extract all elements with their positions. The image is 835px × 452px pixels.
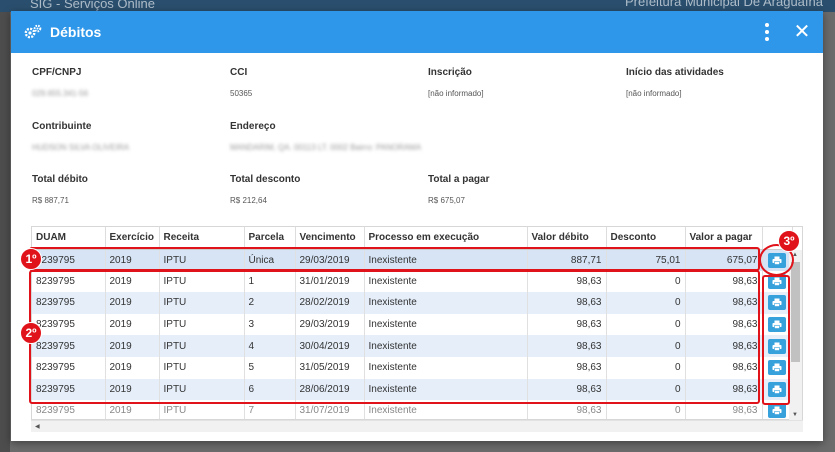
scroll-down-icon[interactable]: ▼ — [792, 412, 798, 418]
vertical-scrollbar[interactable]: ▲ ▼ — [789, 250, 802, 420]
total-desconto-value: R$ 212,64 — [230, 196, 267, 205]
printer-icon — [772, 406, 782, 416]
contribuinte-label: Contribuinte — [32, 121, 92, 132]
modal-header: Débitos ✕ — [11, 11, 823, 53]
print-button[interactable] — [768, 403, 786, 419]
header-parcela[interactable]: Parcela — [244, 227, 296, 250]
debitos-modal: Débitos ✕ CPF/CNPJ 029.655.341-56 CCI 50… — [11, 11, 823, 441]
annotation-box-2 — [29, 270, 760, 404]
gears-icon — [24, 24, 42, 40]
cpf-label: CPF/CNPJ — [32, 67, 82, 78]
annotation-badge-3: 3º — [778, 230, 800, 252]
total-desconto-field: Total desconto R$ 212,64 — [230, 174, 300, 205]
cpf-field: CPF/CNPJ 029.655.341-56 — [32, 67, 88, 98]
endereco-value: MANDARIM, QA. 00113 LT. 0002 Bairro: PAN… — [230, 143, 422, 152]
endereco-label: Endereço — [230, 121, 276, 132]
total-debito-field: Total débito R$ 887,71 — [32, 174, 88, 205]
close-icon[interactable]: ✕ — [793, 21, 811, 43]
table-header-row: DUAM Exercício Receita Parcela Venciment… — [32, 227, 793, 250]
header-valor-pagar[interactable]: Valor a pagar — [685, 227, 763, 250]
inscricao-value: [não informado] — [428, 89, 484, 98]
total-pagar-field: Total a pagar R$ 675,07 — [428, 174, 490, 205]
annotation-box-3 — [762, 275, 790, 405]
inicio-atividades-value: [não informado] — [626, 89, 682, 98]
cci-label: CCI — [230, 67, 248, 78]
scroll-left-icon[interactable]: ◀ — [35, 423, 40, 430]
cci-value: 50365 — [230, 89, 253, 98]
header-desconto[interactable]: Desconto — [606, 227, 686, 250]
horizontal-scrollbar[interactable]: ◀ — [31, 420, 803, 432]
total-pagar-label: Total a pagar — [428, 174, 490, 185]
cci-field: CCI 50365 — [230, 67, 252, 98]
contribuinte-field: Contribuinte HUDSON SILVA OLIVEIRA — [32, 121, 129, 152]
inicio-atividades-label: Início das atividades — [626, 67, 724, 78]
inscricao-field: Inscrição [não informado] — [428, 67, 484, 98]
background-sidebar — [0, 12, 10, 452]
contribuinte-value: HUDSON SILVA OLIVEIRA — [32, 143, 130, 152]
total-desconto-label: Total desconto — [230, 174, 301, 185]
total-pagar-value: R$ 675,07 — [428, 196, 465, 205]
total-debito-label: Total débito — [32, 174, 88, 185]
header-vencimento[interactable]: Vencimento — [295, 227, 365, 250]
cpf-value: 029.655.341-56 — [32, 89, 89, 98]
modal-title: Débitos — [50, 24, 102, 40]
total-debito-value: R$ 887,71 — [32, 196, 69, 205]
header-receita[interactable]: Receita — [159, 227, 245, 250]
inscricao-label: Inscrição — [428, 67, 472, 78]
scroll-thumb[interactable] — [791, 262, 800, 362]
header-exercicio[interactable]: Exercício — [105, 227, 160, 250]
header-processo[interactable]: Processo em execução — [364, 227, 528, 250]
annotation-badge-2: 2º — [20, 322, 42, 344]
inicio-atividades-field: Início das atividades [não informado] — [626, 67, 724, 98]
endereco-field: Endereço MANDARIM, QA. 00113 LT. 0002 Ba… — [230, 121, 421, 152]
more-options-icon[interactable] — [764, 23, 770, 41]
annotation-box-1 — [29, 247, 760, 271]
header-duam[interactable]: DUAM — [32, 227, 106, 250]
background-org-name: Prefeitura Municipal De Araguaína — [624, 0, 823, 9]
header-valor-debito[interactable]: Valor débito — [527, 227, 607, 250]
background-app-title: SIG - Serviços Online — [30, 0, 155, 11]
annotation-badge-1: 1º — [20, 248, 42, 270]
